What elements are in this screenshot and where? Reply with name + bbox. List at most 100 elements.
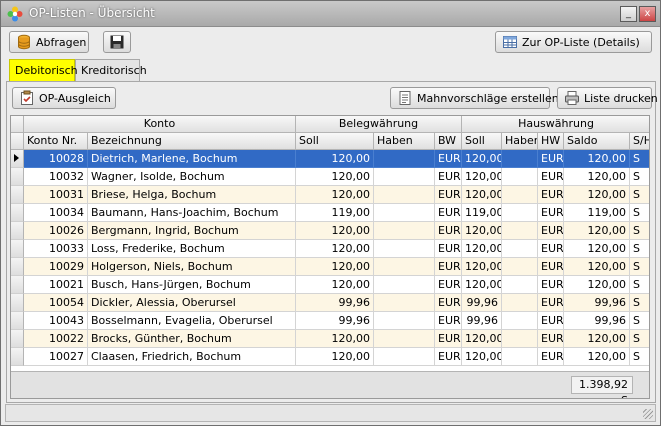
column-header-bw[interactable]: BW (435, 133, 462, 150)
table-row[interactable]: 10029 Holgerson, Niels, Bochum 120,00 EUR 12… (24, 258, 649, 276)
column-header-haben[interactable]: Haben (374, 133, 435, 150)
table-row[interactable]: 10027 Claasen, Friedrich, Bochum 120,00 EUR… (24, 348, 649, 366)
minimize-button[interactable]: _ (620, 6, 637, 22)
table-row[interactable]: 10028 Dietrich, Marlene, Bochum 120,00 EUR 1… (24, 150, 649, 168)
op-ausgleich-label: OP-Ausgleich (39, 91, 111, 105)
row-indicator[interactable] (11, 294, 24, 312)
clipboard-check-icon (21, 90, 33, 105)
cell-soll: 120,00 (296, 348, 374, 366)
column-header-hw[interactable]: HW (538, 133, 564, 150)
mahnvorschlaege-label: Mahnvorschläge erstellen (417, 91, 559, 105)
cell-haben (374, 240, 435, 258)
cell-soll: 99,96 (296, 312, 374, 330)
cell-saldo: 99,96 (564, 294, 630, 312)
row-indicator[interactable] (11, 204, 24, 222)
cell-saldo: 120,00 (564, 240, 630, 258)
cell-soll-hw: 119,00 (462, 204, 502, 222)
print-list-label: Liste drucken (584, 91, 658, 105)
row-indicator[interactable] (11, 150, 24, 168)
print-list-button[interactable]: Liste drucken (557, 87, 658, 109)
window-title: OP-Listen - Übersicht (29, 6, 155, 20)
column-header-soll-hw[interactable]: Soll (462, 133, 502, 150)
cell-soll: 120,00 (296, 240, 374, 258)
column-header-bezeichnung[interactable]: Bezeichnung (88, 133, 296, 150)
row-indicator[interactable] (11, 186, 24, 204)
op-ausgleich-button[interactable]: OP-Ausgleich (12, 87, 116, 109)
column-header-saldo[interactable]: Saldo (564, 133, 630, 150)
cell-saldo: 120,00 (564, 258, 630, 276)
cell-haben-hw (502, 312, 538, 330)
cell-soll: 99,96 (296, 294, 374, 312)
cell-haben (374, 294, 435, 312)
tab-panel: OP-Ausgleich Mahnvorschläge erstellen Li… (6, 81, 658, 403)
cell-hw: EUR (538, 150, 564, 168)
cell-bezeichnung: Brocks, Günther, Bochum (88, 330, 296, 348)
cell-sh: S (630, 168, 649, 186)
resize-grip-icon[interactable] (643, 409, 653, 419)
cell-konto-nr: 10022 (24, 330, 88, 348)
table-row[interactable]: 10031 Briese, Helga, Bochum 120,00 EUR 120,0… (24, 186, 649, 204)
row-indicator[interactable] (11, 312, 24, 330)
cell-bw: EUR (435, 330, 462, 348)
cell-hw: EUR (538, 294, 564, 312)
cell-konto-nr: 10021 (24, 276, 88, 294)
document-list-icon (399, 91, 411, 105)
save-button[interactable] (103, 31, 131, 53)
row-indicator[interactable] (11, 222, 24, 240)
database-icon (18, 34, 30, 50)
row-indicator[interactable] (11, 258, 24, 276)
row-indicator[interactable] (11, 276, 24, 294)
grid-corner (11, 116, 24, 133)
cell-soll-hw: 99,96 (462, 294, 502, 312)
column-header-soll[interactable]: Soll (296, 133, 374, 150)
group-header-hauswaehrung: Hauswährung (462, 116, 649, 133)
cell-haben (374, 204, 435, 222)
details-button-label: Zur OP-Liste (Details) (522, 35, 640, 49)
cell-sh: S (630, 312, 649, 330)
cell-soll: 120,00 (296, 258, 374, 276)
table-row[interactable]: 10033 Loss, Frederike, Bochum 120,00 EUR 120… (24, 240, 649, 258)
cell-haben (374, 348, 435, 366)
cell-bw: EUR (435, 150, 462, 168)
mahnvorschlaege-button[interactable]: Mahnvorschläge erstellen (390, 87, 559, 109)
table-row[interactable]: 10022 Brocks, Günther, Bochum 120,00 EUR 120… (24, 330, 649, 348)
row-indicator[interactable] (11, 168, 24, 186)
table-row[interactable]: 10043 Bosselmann, Evagelia, Oberursel 99,9… (24, 312, 649, 330)
cell-bezeichnung: Wagner, Isolde, Bochum (88, 168, 296, 186)
cell-bezeichnung: Holgerson, Niels, Bochum (88, 258, 296, 276)
cell-konto-nr: 10031 (24, 186, 88, 204)
cell-konto-nr: 10027 (24, 348, 88, 366)
cell-hw: EUR (538, 348, 564, 366)
table-row[interactable]: 10034 Baumann, Hans-Joachim, Bochum 119,00… (24, 204, 649, 222)
cell-sh: S (630, 294, 649, 312)
cell-saldo: 119,00 (564, 204, 630, 222)
cell-bezeichnung: Dickler, Alessia, Oberursel (88, 294, 296, 312)
title-bar[interactable]: OP-Listen - Übersicht _ x (1, 1, 660, 27)
cell-hw: EUR (538, 258, 564, 276)
tab-debitorisch[interactable]: Debitorisch (9, 59, 78, 81)
cell-hw: EUR (538, 312, 564, 330)
column-header-sh[interactable]: S/H (630, 133, 649, 150)
cell-bezeichnung: Dietrich, Marlene, Bochum (88, 150, 296, 168)
close-button[interactable]: x (639, 6, 656, 22)
table-row[interactable]: 10026 Bergmann, Ingrid, Bochum 120,00 EUR 12… (24, 222, 649, 240)
table-row[interactable]: 10054 Dickler, Alessia, Oberursel 99,96 EUR… (24, 294, 649, 312)
row-indicator[interactable] (11, 330, 24, 348)
cell-bezeichnung: Bosselmann, Evagelia, Oberursel (88, 312, 296, 330)
column-header-haben-hw[interactable]: Haben (502, 133, 538, 150)
column-header-konto-nr[interactable]: Konto Nr. (24, 133, 88, 150)
table-row[interactable]: 10032 Wagner, Isolde, Bochum 120,00 EUR 120,… (24, 168, 649, 186)
table-row[interactable]: 10021 Busch, Hans-Jürgen, Bochum 120,00 EUR… (24, 276, 649, 294)
cell-bezeichnung: Briese, Helga, Bochum (88, 186, 296, 204)
row-indicator[interactable] (11, 240, 24, 258)
cell-haben (374, 312, 435, 330)
cell-bezeichnung: Baumann, Hans-Joachim, Bochum (88, 204, 296, 222)
cell-bw: EUR (435, 204, 462, 222)
cell-soll: 120,00 (296, 186, 374, 204)
cell-haben (374, 330, 435, 348)
tab-kreditorisch[interactable]: Kreditorisch (75, 59, 147, 81)
cell-sh: S (630, 150, 649, 168)
details-button[interactable]: Zur OP-Liste (Details) (495, 31, 652, 53)
row-indicator[interactable] (11, 348, 24, 366)
query-button[interactable]: Abfragen (9, 31, 89, 53)
